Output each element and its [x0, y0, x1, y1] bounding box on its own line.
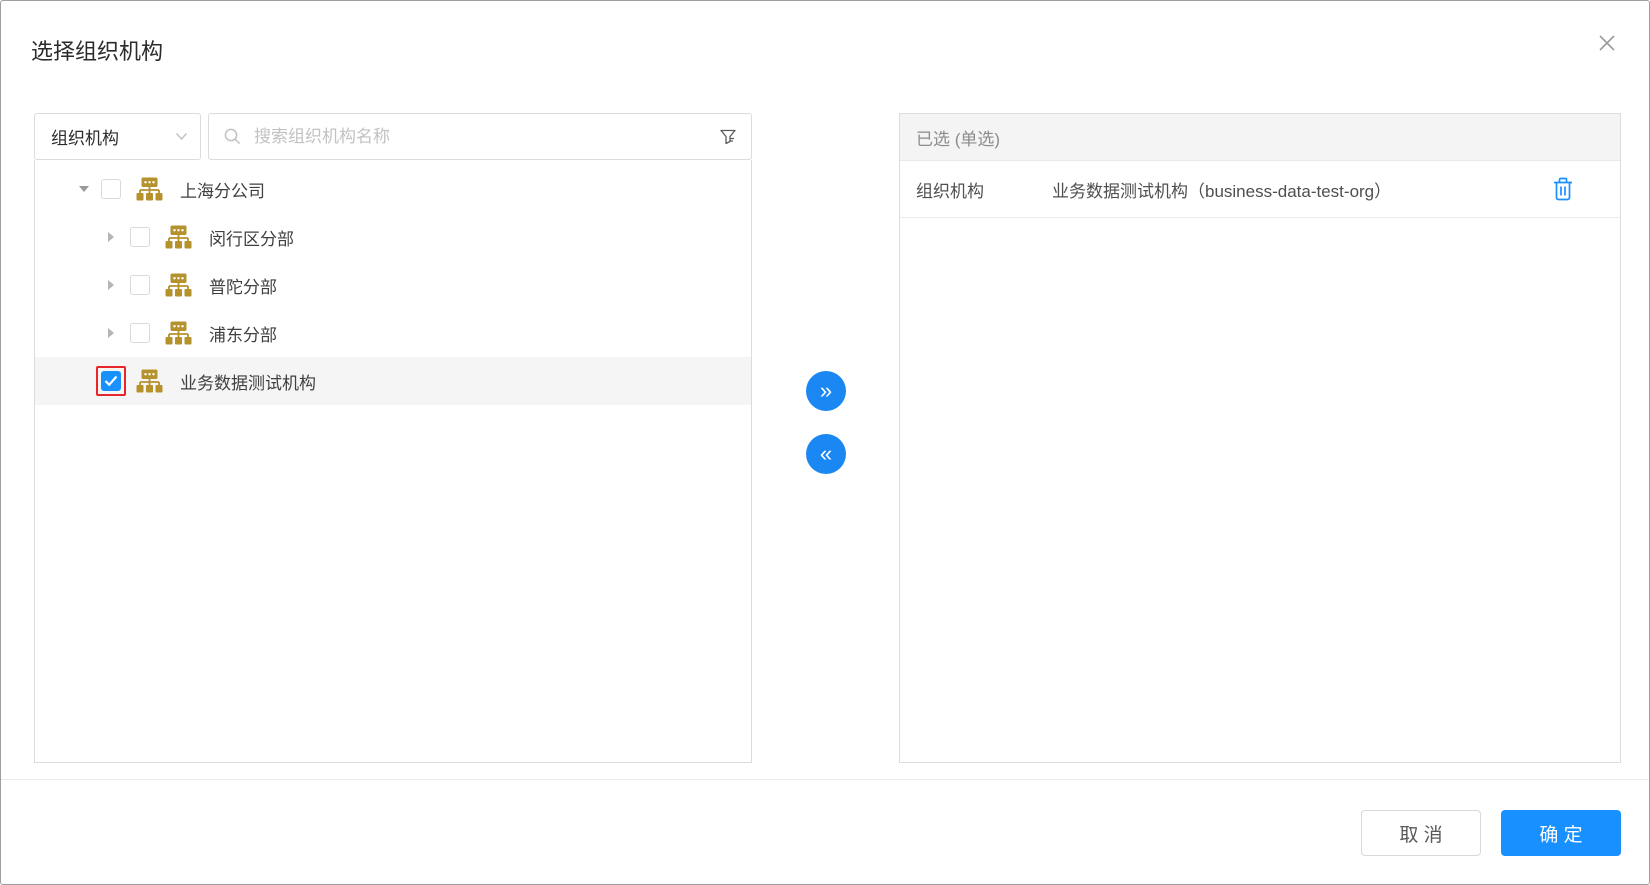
select-organization-dialog: 选择组织机构 组织机构 — [0, 0, 1650, 885]
checkbox-unchecked[interactable] — [130, 275, 150, 295]
move-left-button[interactable]: « — [806, 434, 846, 474]
annotation-red-box — [96, 366, 126, 396]
org-chart-icon — [165, 321, 192, 345]
org-chart-icon — [136, 177, 163, 201]
checkbox-unchecked[interactable] — [130, 323, 150, 343]
checkbox-checked[interactable] — [101, 371, 121, 391]
selected-panel: 已选 (单选) 组织机构 业务数据测试机构（business-data-test… — [899, 113, 1621, 763]
caret-right-icon[interactable] — [108, 280, 130, 290]
selected-panel-header: 已选 (单选) — [900, 114, 1620, 161]
caret-right-icon[interactable] — [108, 232, 130, 242]
checkbox-unchecked[interactable] — [130, 227, 150, 247]
move-right-button[interactable]: » — [806, 371, 846, 411]
search-box — [208, 113, 752, 160]
tree-node-minhang[interactable]: 闵行区分部 — [35, 213, 751, 261]
search-input[interactable] — [252, 126, 719, 148]
tree-node-putuo[interactable]: 普陀分部 — [35, 261, 751, 309]
tree-node-label[interactable]: 浦东分部 — [209, 321, 277, 346]
filter-icon[interactable] — [719, 128, 737, 146]
caret-right-icon[interactable] — [108, 328, 130, 338]
org-chart-icon — [165, 273, 192, 297]
org-tree-panel: 上海分公司 闵行区分部 — [34, 160, 752, 763]
delete-selected-button[interactable] — [1550, 175, 1576, 203]
selected-item-type: 组织机构 — [916, 177, 1052, 202]
close-icon — [1595, 31, 1619, 55]
cancel-button[interactable]: 取 消 — [1361, 810, 1481, 856]
selected-item-row: 组织机构 业务数据测试机构（business-data-test-org） — [900, 161, 1620, 218]
check-icon — [104, 375, 118, 387]
org-chart-icon — [136, 369, 163, 393]
tree-node-pudong[interactable]: 浦东分部 — [35, 309, 751, 357]
footer-divider — [1, 779, 1649, 780]
org-type-select-value: 组织机构 — [51, 124, 175, 149]
org-type-select[interactable]: 组织机构 — [34, 113, 201, 160]
dialog-title: 选择组织机构 — [31, 34, 163, 66]
close-button[interactable] — [1593, 29, 1621, 57]
chevron-down-icon — [175, 132, 188, 141]
tree-node-label[interactable]: 上海分公司 — [180, 177, 265, 202]
search-icon — [223, 127, 242, 146]
checkbox-unchecked[interactable] — [101, 179, 121, 199]
confirm-button[interactable]: 确 定 — [1501, 810, 1621, 856]
selected-item-value: 业务数据测试机构（business-data-test-org） — [1052, 177, 1550, 202]
trash-icon — [1551, 176, 1575, 202]
org-chart-icon — [165, 225, 192, 249]
tree-node-business-data-test-org[interactable]: 业务数据测试机构 — [35, 357, 751, 405]
tree-node-shanghai-branch[interactable]: 上海分公司 — [35, 165, 751, 213]
caret-down-icon[interactable] — [79, 186, 101, 192]
tree-node-label[interactable]: 闵行区分部 — [209, 225, 294, 250]
tree-node-label[interactable]: 业务数据测试机构 — [180, 369, 316, 394]
tree-node-label[interactable]: 普陀分部 — [209, 273, 277, 298]
